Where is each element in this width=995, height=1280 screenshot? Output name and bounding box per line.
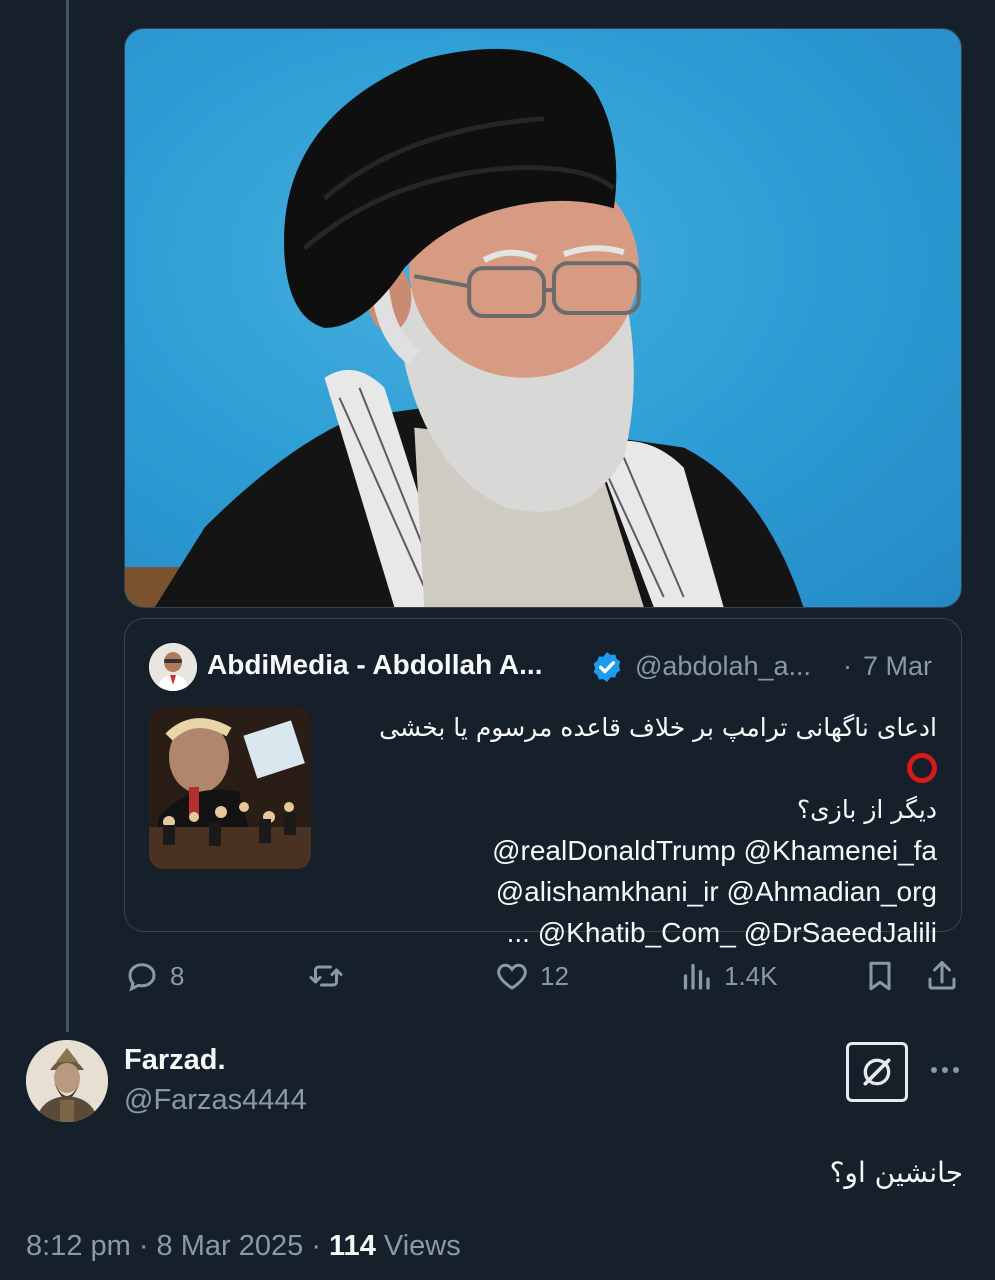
reply-count: 8: [170, 960, 185, 991]
thread-connector-line: [66, 0, 69, 1032]
tweet-timestamp[interactable]: 8:12 pm · 8 Mar 2025 ·: [26, 1230, 329, 1262]
bookmark-icon: [869, 961, 891, 991]
views-count: 1.4K: [724, 960, 778, 991]
portrait-illustration: [125, 29, 961, 607]
retweet-icon: [309, 965, 343, 987]
reply-author-handle[interactable]: @Farzas4444: [124, 1084, 307, 1117]
tweet-action-bar: 8 12 1.4K: [124, 950, 964, 1002]
views-button[interactable]: 1.4K: [678, 958, 778, 994]
mentions-line[interactable]: @realDonaldTrump @Khamenei_fa: [347, 830, 937, 871]
like-button[interactable]: 12: [494, 958, 569, 994]
mentions-line[interactable]: @alishamkhani_ir @Ahmadian_org: [347, 871, 937, 912]
grok-icon: [863, 1058, 891, 1086]
grok-button[interactable]: [846, 1042, 908, 1102]
reply-button[interactable]: 8: [124, 958, 184, 994]
quoted-author-handle[interactable]: @abdolah_a...: [635, 651, 811, 682]
reply-text: جانشین او؟: [829, 1156, 963, 1189]
quoted-tweet-thumbnail[interactable]: [149, 707, 311, 869]
quoted-author-name[interactable]: AbdiMedia - Abdollah A...: [207, 649, 542, 681]
quoted-author-avatar[interactable]: [149, 643, 197, 691]
reply-author-name[interactable]: Farzad.: [124, 1044, 226, 1077]
separator-dot: ·: [843, 651, 852, 681]
views-label: Views: [375, 1230, 461, 1262]
more-options-button[interactable]: [926, 1050, 964, 1090]
retweet-button[interactable]: [308, 958, 344, 994]
quoted-text-line: دیگر از بازی؟: [796, 795, 937, 824]
share-button[interactable]: [924, 958, 960, 994]
more-dots-icon: [931, 1067, 959, 1073]
quoted-tweet-text: ادعای ناگهانی ترامپ بر خلاف قاعده مرسوم …: [347, 707, 937, 953]
quoted-tweet-date[interactable]: 7 Mar: [863, 651, 932, 682]
quoted-text-line: ادعای ناگهانی ترامپ بر خلاف قاعده مرسوم …: [379, 713, 937, 742]
reply-author-avatar[interactable]: [26, 1040, 108, 1122]
red-circle-icon: [907, 753, 937, 783]
tweet-photo[interactable]: [124, 28, 962, 608]
quoted-tweet-card[interactable]: AbdiMedia - Abdollah A... @abdolah_a... …: [124, 618, 962, 948]
mentions-line[interactable]: ... @Khatib_Com_ @DrSaeedJalili: [347, 912, 937, 953]
tweet-meta: 8:12 pm · 8 Mar 2025 · 114 Views: [26, 1230, 461, 1263]
heart-icon: [497, 963, 527, 990]
verified-badge-icon: [593, 652, 621, 682]
views-total: 114: [329, 1230, 376, 1262]
analytics-icon: [683, 963, 710, 990]
share-icon: [928, 961, 956, 990]
like-count: 12: [540, 960, 569, 991]
reply-icon: [128, 963, 156, 992]
bookmark-button[interactable]: [862, 958, 898, 994]
